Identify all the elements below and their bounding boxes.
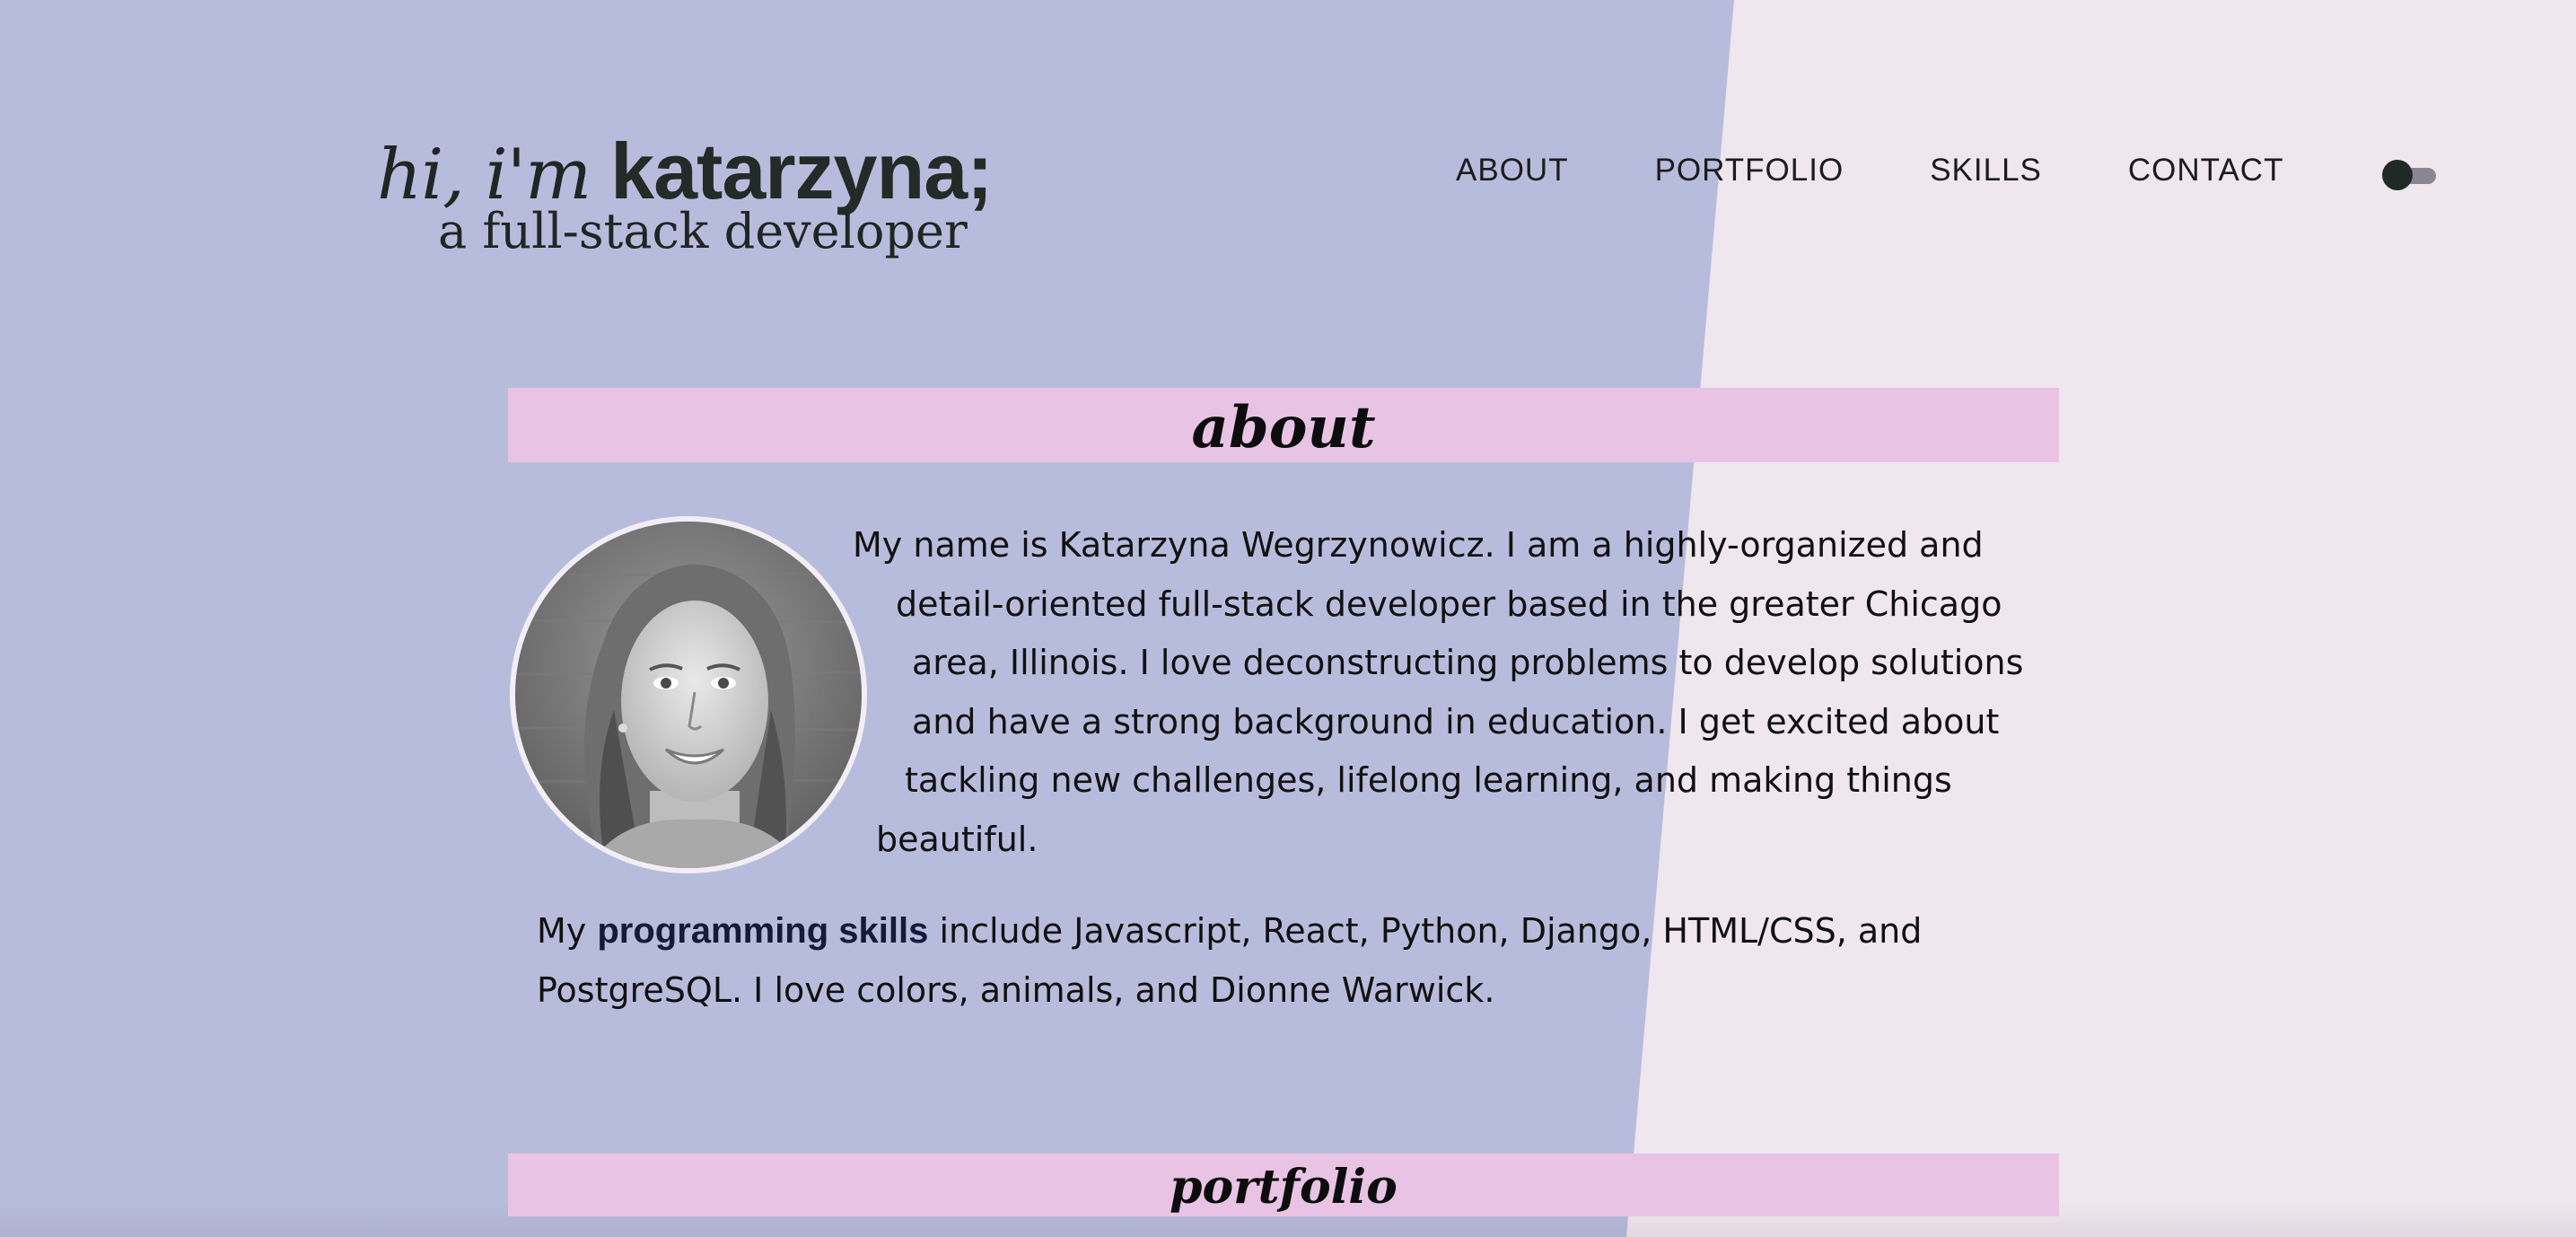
nav-about[interactable]: ABOUT (1456, 153, 1569, 189)
skills-prefix: My (537, 911, 587, 951)
skills-line-1: My programming skills include Javascript… (537, 902, 2027, 961)
skills-paragraph: My programming skills include Javascript… (537, 902, 2027, 1020)
skills-line-2: PostgreSQL. I love colors, animals, and … (537, 969, 1495, 1010)
about-bio: My name is Katarzyna Wegrzynowicz. I am … (853, 516, 2028, 869)
bio-line: My name is Katarzyna Wegrzynowicz. I am … (853, 525, 1984, 565)
theme-toggle[interactable] (2382, 160, 2436, 190)
toggle-knob (2382, 160, 2413, 190)
skills-emphasis: programming skills (597, 911, 929, 951)
portrait-image (515, 522, 862, 868)
about-section-header: about (508, 388, 2059, 462)
nav-skills[interactable]: SKILLS (1930, 153, 2042, 189)
portfolio-section-header: portfolio (508, 1154, 2059, 1216)
bio-line: detail-oriented full-stack developer bas… (896, 583, 2002, 624)
bio-line: beautiful. (876, 819, 1038, 859)
bio-line: tackling new challenges, lifelong learni… (905, 760, 1952, 800)
bio-line: and have a strong background in educatio… (912, 701, 2000, 741)
portfolio-title: portfolio (1170, 1160, 1398, 1215)
main-nav: ABOUT PORTFOLIO SKILLS CONTACT (1456, 153, 2283, 189)
bio-line: area, Illinois. I love deconstructing pr… (912, 643, 2024, 682)
brand-tagline: a full-stack developer (438, 203, 968, 259)
nav-contact[interactable]: CONTACT (2128, 153, 2284, 189)
about-title: about (1191, 394, 1376, 461)
skills-line1-rest: include Javascript, React, Python, Djang… (928, 911, 1923, 951)
nav-portfolio[interactable]: PORTFOLIO (1655, 153, 1844, 189)
profile-avatar (510, 516, 867, 873)
site-brand[interactable]: hi, i'm katarzyna; a full-stack develope… (377, 126, 993, 259)
